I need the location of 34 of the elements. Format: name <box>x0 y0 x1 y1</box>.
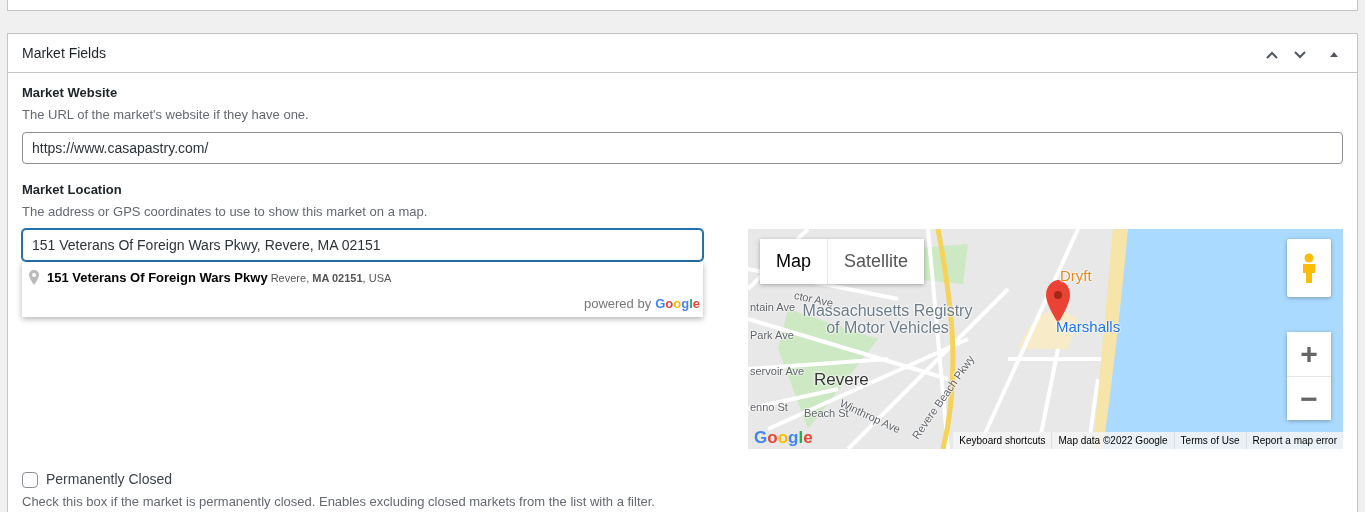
person-icon <box>1301 253 1317 283</box>
map-footer-link[interactable]: Terms of Use <box>1173 432 1246 449</box>
map-label: enno St <box>750 400 788 415</box>
field-label: Market Website <box>22 84 119 102</box>
map-label: servoir Ave <box>750 364 805 379</box>
location-input[interactable]: 151 Veterans Of Foreign Wars Pkwy, Revere, MA 02151 <box>22 229 703 261</box>
map-footer-link[interactable]: Keyboard shortcuts <box>953 432 1052 449</box>
suggestion-item[interactable]: 151 Veterans Of Foreign Wars Pkwy Revere, MA 02151, USA <box>47 268 392 288</box>
field-description: The URL of the market's website if they have one. <box>22 105 310 124</box>
map-label: Revere <box>814 369 869 391</box>
map-label: ntain Ave <box>750 301 796 315</box>
powered-by-text: powered by <box>583 295 652 311</box>
map-label: Dryft <box>1060 266 1092 286</box>
map-label: Park Ave <box>750 328 794 343</box>
move-up-icon[interactable] <box>1265 49 1279 60</box>
zoom-in-button[interactable]: + <box>1287 332 1331 376</box>
field-label: Market Location <box>22 181 123 199</box>
map-type-tab[interactable]: Satellite <box>827 239 925 284</box>
map-type-tab[interactable]: Map <box>760 239 827 284</box>
checkbox-label: Permanently Closed <box>46 470 173 489</box>
field-description: The address or GPS coordinates to use to show this market on a map. <box>22 202 429 221</box>
map-footer-link[interactable]: Map data ©2022 Google <box>1051 432 1174 449</box>
field-description: Check this box if the market is permanently closed. Enables excluding closed markets from the list with a filter. <box>22 493 656 511</box>
map-label: Marshalls <box>1056 317 1121 337</box>
brand-logo: Google <box>655 295 700 311</box>
map-footer-link[interactable]: Report a map error <box>1245 432 1343 449</box>
map-logo: Google <box>754 429 813 448</box>
move-down-icon[interactable] <box>1293 49 1307 60</box>
location-pin-icon <box>29 270 39 286</box>
panel-title: Market Fields <box>22 44 108 62</box>
collapse-icon[interactable] <box>1329 50 1339 59</box>
checkbox[interactable] <box>22 471 38 488</box>
website-input[interactable]: https://www.casapastry.com/ <box>22 132 1343 164</box>
zoom-out-button[interactable]: − <box>1287 376 1331 420</box>
